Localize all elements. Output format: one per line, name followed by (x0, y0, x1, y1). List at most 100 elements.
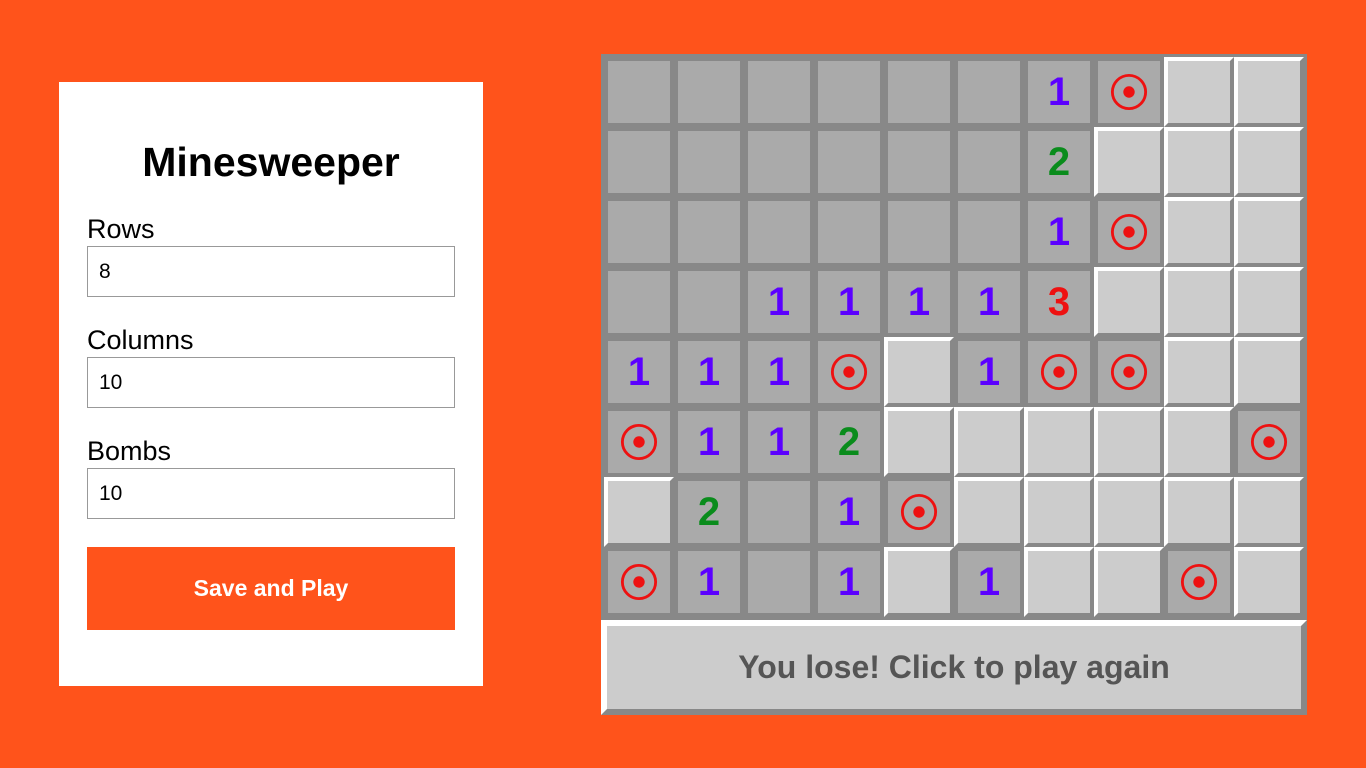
cell-number[interactable]: 1 (814, 267, 884, 337)
cell-number[interactable]: 1 (1024, 197, 1094, 267)
cell-number[interactable]: 1 (674, 547, 744, 617)
bombs-input[interactable] (87, 468, 455, 519)
cell-empty[interactable] (744, 547, 814, 617)
cell-closed[interactable] (1094, 407, 1164, 477)
cell-empty[interactable] (604, 267, 674, 337)
cell-empty[interactable] (674, 127, 744, 197)
cell-number[interactable]: 1 (954, 547, 1024, 617)
cell-closed[interactable] (884, 547, 954, 617)
cell-empty[interactable] (954, 197, 1024, 267)
cell-closed[interactable] (1234, 547, 1304, 617)
cell-closed[interactable] (954, 477, 1024, 547)
rows-input[interactable] (87, 246, 455, 297)
cell-bomb[interactable] (884, 477, 954, 547)
cell-number[interactable]: 1 (744, 267, 814, 337)
cell-empty[interactable] (744, 57, 814, 127)
cell-empty[interactable] (674, 197, 744, 267)
cell-empty[interactable] (604, 127, 674, 197)
cell-closed[interactable] (1234, 57, 1304, 127)
bombs-label: Bombs (87, 436, 172, 466)
cell-closed[interactable] (1234, 127, 1304, 197)
cell-empty[interactable] (674, 267, 744, 337)
play-again-button[interactable]: You lose! Click to play again (601, 620, 1307, 715)
cell-number-label: 1 (907, 279, 931, 324)
cell-closed[interactable] (1234, 197, 1304, 267)
cell-bomb[interactable] (1234, 407, 1304, 477)
cell-number[interactable]: 1 (604, 337, 674, 407)
cell-empty[interactable] (884, 197, 954, 267)
cell-closed[interactable] (1024, 477, 1094, 547)
cell-number-label: 1 (837, 489, 861, 534)
cell-number[interactable]: 2 (814, 407, 884, 477)
cell-closed[interactable] (1094, 127, 1164, 197)
cell-closed[interactable] (1024, 407, 1094, 477)
cell-bomb[interactable] (1094, 57, 1164, 127)
save-and-play-button[interactable]: Save and Play (87, 547, 455, 630)
cell-number-label: 1 (837, 559, 861, 604)
cell-closed[interactable] (604, 477, 674, 547)
cell-number[interactable]: 1 (814, 547, 884, 617)
cell-empty[interactable] (604, 197, 674, 267)
cell-empty[interactable] (954, 57, 1024, 127)
cell-empty[interactable] (954, 127, 1024, 197)
cell-number-label: 1 (767, 279, 791, 324)
cell-number-label: 1 (1047, 209, 1071, 254)
bomb-icon (1110, 353, 1148, 391)
cell-number[interactable]: 1 (954, 337, 1024, 407)
cell-bomb[interactable] (604, 407, 674, 477)
cell-number-label: 1 (697, 559, 721, 604)
cell-closed[interactable] (1164, 407, 1234, 477)
cell-closed[interactable] (1164, 267, 1234, 337)
cell-number[interactable]: 1 (814, 477, 884, 547)
cell-closed[interactable] (1234, 337, 1304, 407)
cell-number-label: 1 (977, 349, 1001, 394)
bomb-icon (620, 423, 658, 461)
bomb-icon (1110, 213, 1148, 251)
cell-closed[interactable] (884, 407, 954, 477)
cell-closed[interactable] (1094, 267, 1164, 337)
cell-empty[interactable] (744, 197, 814, 267)
cell-empty[interactable] (674, 57, 744, 127)
cell-number[interactable]: 1 (674, 337, 744, 407)
cell-empty[interactable] (744, 127, 814, 197)
bomb-icon (1040, 353, 1078, 391)
columns-input[interactable] (87, 357, 455, 408)
cell-number[interactable]: 1 (884, 267, 954, 337)
cell-closed[interactable] (1164, 337, 1234, 407)
cell-closed[interactable] (1164, 127, 1234, 197)
cell-empty[interactable] (604, 57, 674, 127)
cell-number[interactable]: 1 (674, 407, 744, 477)
cell-closed[interactable] (1094, 477, 1164, 547)
cell-closed[interactable] (1164, 477, 1234, 547)
cell-empty[interactable] (814, 127, 884, 197)
cell-number-label: 1 (697, 419, 721, 464)
cell-empty[interactable] (884, 127, 954, 197)
cell-number[interactable]: 1 (1024, 57, 1094, 127)
cell-closed[interactable] (1094, 547, 1164, 617)
cell-number[interactable]: 1 (744, 337, 814, 407)
cell-bomb[interactable] (1094, 197, 1164, 267)
cell-bomb[interactable] (1164, 547, 1234, 617)
cell-bomb[interactable] (1094, 337, 1164, 407)
cell-closed[interactable] (954, 407, 1024, 477)
cell-number[interactable]: 2 (1024, 127, 1094, 197)
cell-number[interactable]: 2 (674, 477, 744, 547)
cell-bomb[interactable] (1024, 337, 1094, 407)
cell-closed[interactable] (1234, 477, 1304, 547)
game-board: 1 2 1 1 1 1 1 3 1 1 1 1 1 1 2 2 1 1 1 1 (601, 54, 1307, 620)
cell-empty[interactable] (744, 477, 814, 547)
cell-number[interactable]: 1 (954, 267, 1024, 337)
cell-closed[interactable] (1024, 547, 1094, 617)
cell-bomb[interactable] (814, 337, 884, 407)
cell-number[interactable]: 3 (1024, 267, 1094, 337)
cell-closed[interactable] (1164, 57, 1234, 127)
cell-closed[interactable] (884, 337, 954, 407)
cell-empty[interactable] (814, 57, 884, 127)
cell-number[interactable]: 1 (744, 407, 814, 477)
cell-closed[interactable] (1164, 197, 1234, 267)
cell-closed[interactable] (1234, 267, 1304, 337)
cell-empty[interactable] (814, 197, 884, 267)
cell-bomb[interactable] (604, 547, 674, 617)
cell-empty[interactable] (884, 57, 954, 127)
cell-number-label: 1 (837, 279, 861, 324)
